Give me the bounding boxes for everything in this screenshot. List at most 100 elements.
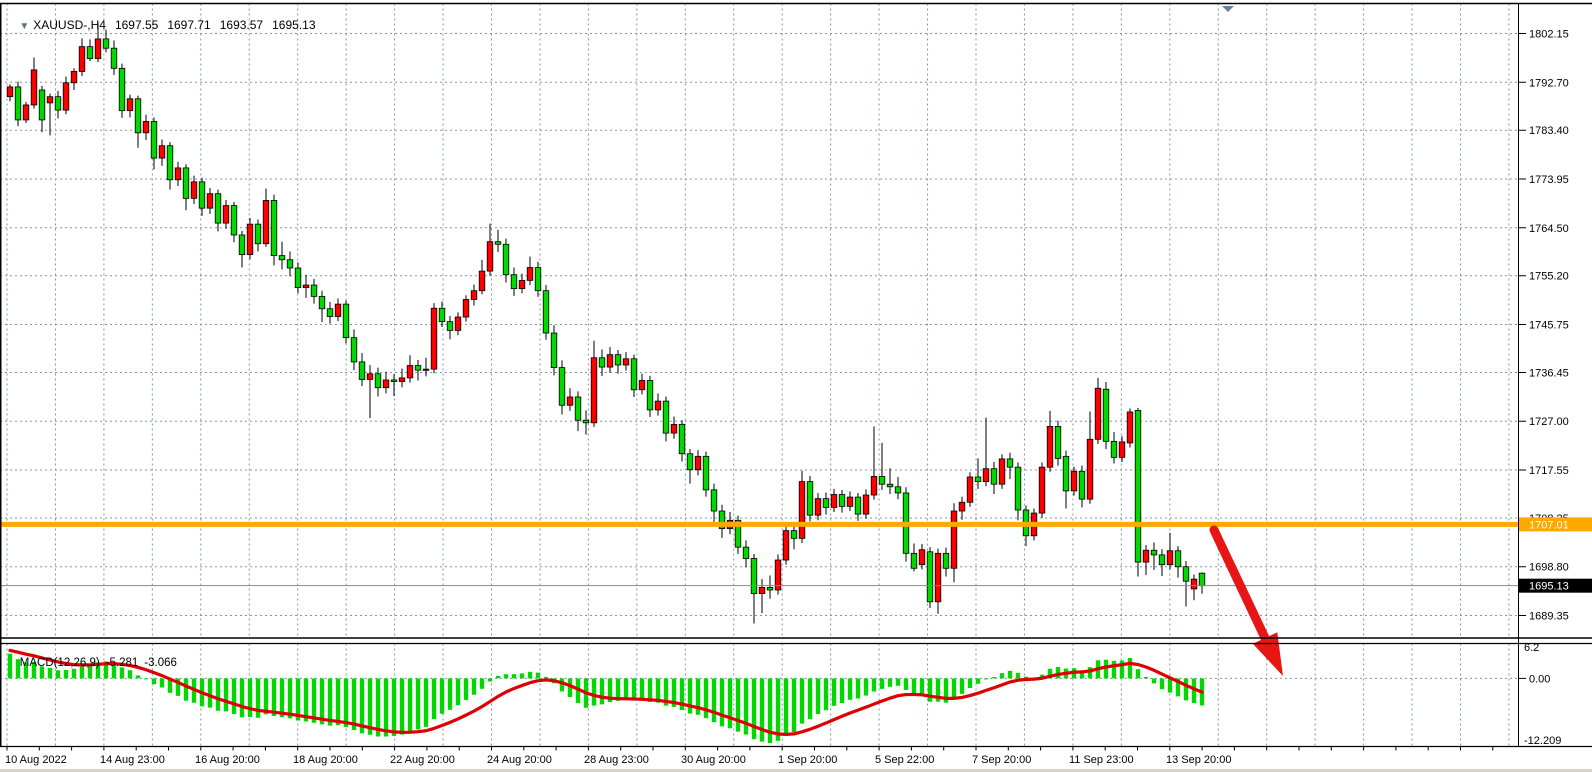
macd-histogram-bar <box>328 678 332 725</box>
candle-body <box>415 366 421 371</box>
candle-body <box>575 397 581 420</box>
macd-histogram-bar <box>288 678 292 718</box>
candle-body <box>647 380 653 409</box>
candle-body <box>671 424 677 433</box>
candle-body <box>311 285 317 296</box>
candle-body <box>823 499 829 508</box>
time-axis-label: 30 Aug 20:00 <box>681 754 746 766</box>
candle-body <box>1183 567 1189 581</box>
macd-histogram-bar <box>712 678 716 722</box>
candle-body <box>655 401 661 410</box>
price-axis-label: 1745.75 <box>1529 320 1569 332</box>
candle-body <box>999 459 1005 484</box>
price-axis-label: 1764.50 <box>1529 223 1569 235</box>
macd-histogram-bar <box>208 678 212 707</box>
candle-body <box>215 194 221 223</box>
candle-body <box>1079 471 1085 499</box>
trend-arrow-head[interactable] <box>1253 632 1283 676</box>
macd-histogram-bar <box>1152 678 1156 683</box>
macd-histogram-bar <box>600 678 604 704</box>
candle-body <box>1039 467 1045 513</box>
candle-body <box>887 484 893 487</box>
macd-histogram-bar <box>880 678 884 688</box>
price-axis-label: 1727.00 <box>1529 416 1569 428</box>
macd-histogram-bar <box>624 678 628 699</box>
candle-body <box>855 497 861 514</box>
candle-body <box>783 531 789 560</box>
candle-body <box>743 547 749 558</box>
candle-body <box>919 550 925 565</box>
candle-body <box>287 260 293 268</box>
macd-histogram-bar <box>496 676 500 678</box>
candle-body <box>71 71 77 82</box>
candle-body <box>471 291 477 300</box>
candle-body <box>335 304 341 316</box>
macd-histogram-bar <box>1184 678 1188 700</box>
chart-shift-marker-icon[interactable] <box>1222 6 1234 12</box>
candle-body <box>1119 442 1125 457</box>
candle-body <box>191 182 197 199</box>
candle-body <box>543 291 549 333</box>
candle-body <box>687 454 693 470</box>
candle-body <box>271 200 277 255</box>
candle-body <box>1087 439 1093 499</box>
price-axis-label: 1802.15 <box>1529 29 1569 41</box>
price-axis-label: 1736.45 <box>1529 367 1569 379</box>
candle-body <box>359 362 365 380</box>
macd-histogram-bar <box>224 678 228 711</box>
macd-histogram-bar <box>384 678 388 736</box>
candle-body <box>591 358 597 423</box>
candle-body <box>615 355 621 365</box>
macd-histogram-bar <box>1136 669 1140 678</box>
candle-body <box>927 552 933 602</box>
candle-body <box>535 267 541 290</box>
candle-body <box>1047 426 1053 467</box>
trend-arrow-shaft[interactable] <box>1214 530 1268 643</box>
macd-histogram-bar <box>856 678 860 698</box>
macd-histogram-bar <box>272 678 276 716</box>
macd-histogram-bar <box>864 678 868 695</box>
macd-histogram-bar <box>184 678 188 700</box>
chart-canvas[interactable]: 1802.151792.701783.401773.951764.501755.… <box>0 0 1592 772</box>
candle-body <box>127 99 133 111</box>
price-axis-label: 1783.40 <box>1529 125 1569 137</box>
macd-histogram-bar <box>432 678 436 719</box>
macd-histogram-bar <box>904 678 908 690</box>
macd-value: -5.281 <box>106 657 139 669</box>
candle-body <box>111 48 117 68</box>
candle-body <box>303 285 309 288</box>
macd-histogram-bar <box>1144 677 1148 679</box>
candle-body <box>831 495 837 508</box>
macd-histogram-bar <box>488 678 492 681</box>
candle-body <box>279 256 285 260</box>
macd-histogram-bar <box>512 674 516 678</box>
macd-histogram-bar <box>848 678 852 699</box>
macd-histogram-bar <box>264 678 268 714</box>
candle-body <box>503 244 509 274</box>
candle-body <box>1199 573 1205 585</box>
candle-body <box>767 587 773 590</box>
time-axis-label: 5 Sep 22:00 <box>875 754 934 766</box>
macd-histogram-bar <box>968 678 972 688</box>
candle-body <box>863 495 869 514</box>
macd-histogram-bar <box>592 678 596 705</box>
macd-histogram-bar <box>632 678 636 700</box>
candle-body <box>799 482 805 539</box>
candle-body <box>31 70 37 105</box>
macd-histogram-bar <box>536 673 540 679</box>
macd-histogram-bar <box>640 678 644 700</box>
candle-body <box>199 182 205 208</box>
macd-histogram-bar <box>280 678 284 717</box>
macd-histogram-bar <box>792 678 796 732</box>
candle-body <box>567 397 573 405</box>
chevron-down-icon[interactable]: ▼ <box>19 21 29 32</box>
candle-body <box>295 268 301 288</box>
macd-histogram-bar <box>1128 658 1132 678</box>
candle-body <box>207 194 213 208</box>
candle-body <box>943 553 949 568</box>
candle-body <box>935 553 941 602</box>
candle-body <box>1007 459 1013 467</box>
macd-histogram-bar <box>736 678 740 731</box>
time-axis-label: 7 Sep 20:00 <box>972 754 1031 766</box>
trading-chart-window: 1802.151792.701783.401773.951764.501755.… <box>0 0 1592 772</box>
